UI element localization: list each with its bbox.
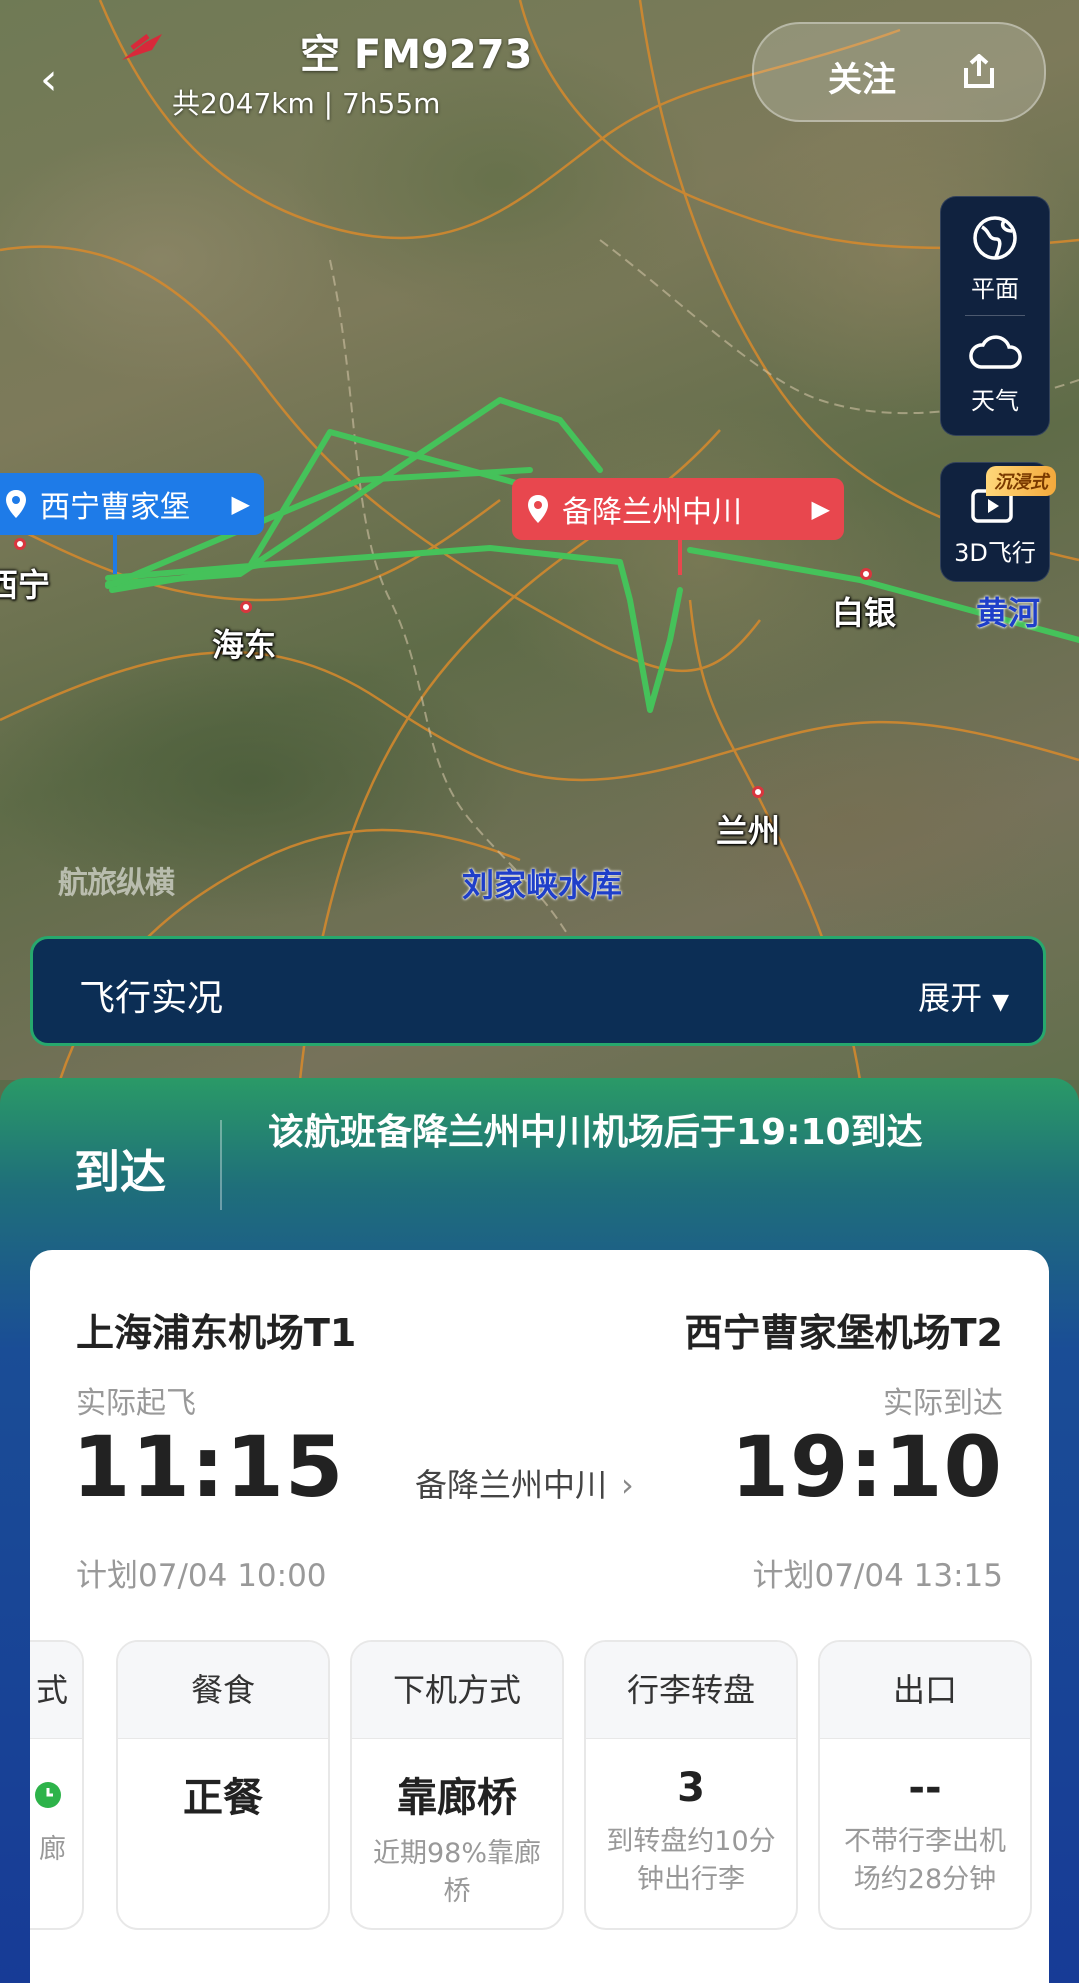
info-tile-exit[interactable]: 出口 -- 不带行李出机场约28分钟: [818, 1640, 1032, 1930]
fly-3d-label: 3D飞行: [954, 539, 1036, 567]
info-tile-sub: 不带行李出机场约28分钟: [844, 1826, 1006, 1895]
info-tile-value: 靠廊桥: [397, 1775, 517, 1821]
diversion-link[interactable]: 备降兰州中川 ›: [415, 1460, 634, 1506]
city-label-haidong: 海东: [212, 626, 277, 664]
info-tile-value: --: [908, 1765, 942, 1811]
xining-dot: [14, 538, 26, 550]
river-label-huanghe: 黄河: [976, 594, 1041, 632]
origin-pin-label: 西宁曹家堡: [40, 490, 190, 525]
city-label-xining: 西宁: [0, 566, 51, 604]
info-tile-sub: 到转盘约10分钟出行李: [606, 1826, 776, 1895]
chevron-right-icon: ▶: [811, 495, 830, 523]
diversion-label: 备降兰州中川: [415, 1466, 608, 1504]
expand-button[interactable]: 展开 ▼: [918, 973, 1009, 1019]
live-bar-title: 飞行实况: [79, 978, 224, 1019]
departure-time-label: 实际起飞: [76, 1386, 196, 1421]
info-tile-head: 下机方式: [352, 1642, 562, 1739]
haidong-dot: [240, 601, 252, 613]
city-label-baiyin: 白银: [832, 594, 897, 632]
tool-divider: [965, 315, 1025, 316]
road-network: [0, 0, 1079, 1080]
flight-status-label: 到达: [74, 1145, 166, 1199]
info-tile-baggage[interactable]: 行李转盘 3 到转盘约10分钟出行李: [584, 1640, 798, 1930]
clock-icon: [30, 1773, 82, 1819]
arrival-time: 19:10: [730, 1418, 1003, 1516]
map-tool-panel: 平面 天气: [940, 196, 1050, 436]
info-tile-head: 行李转盘: [586, 1642, 796, 1739]
baiyin-dot: [860, 568, 872, 580]
divert-airport-pin[interactable]: 备降兰州中川 ▶: [512, 478, 844, 540]
arrival-airport[interactable]: 西宁曹家堡机场T2: [685, 1302, 1003, 1357]
info-tile-meal[interactable]: 餐食 正餐: [116, 1640, 330, 1930]
map-mode-flat[interactable]: 平面: [941, 213, 1049, 304]
arrival-time-label: 实际到达: [883, 1386, 1003, 1421]
divert-pin-label: 备降兰州中川: [562, 495, 742, 530]
city-label-lanzhou: 兰州: [716, 812, 781, 850]
location-pin-icon: [6, 490, 26, 518]
info-tile-disembark[interactable]: 下机方式 靠廊桥 近期98%靠廊桥: [350, 1640, 564, 1930]
status-divider: [220, 1120, 222, 1210]
flight-status-text: 该航班备降兰州中川机场后于19:10到达: [268, 1112, 923, 1153]
chevron-right-icon: ▶: [231, 490, 250, 518]
info-tile-sub: 廊: [39, 1834, 66, 1865]
info-tile-value: 正餐: [183, 1775, 263, 1821]
departure-time: 11:15: [72, 1418, 345, 1516]
flight-map[interactable]: 西宁 海东 白银 兰州 黄河 刘家峡水库 航旅纵横 ‹ 空 FM9273 共20…: [0, 0, 1079, 1080]
flight-title: 空 FM9273: [300, 32, 533, 78]
follow-label[interactable]: 关注: [828, 52, 896, 101]
info-tile-head: 式: [30, 1642, 82, 1739]
flight-live-bar[interactable]: 飞行实况 展开 ▼: [30, 936, 1046, 1046]
follow-button[interactable]: [752, 22, 1046, 122]
info-tiles-row[interactable]: 式 廊 餐食 正餐 下机方式 靠廊桥 近期98%靠廊桥 行李转盘 3 到转盘约1…: [30, 1640, 1049, 1940]
map-mode-flat-label: 平面: [971, 275, 1019, 303]
origin-airport-pin[interactable]: 西宁曹家堡 ▶: [0, 473, 264, 535]
caret-down-icon: ▼: [992, 990, 1009, 1015]
chevron-right-icon: ›: [621, 1466, 634, 1504]
flight-detail-sheet: 到达 该航班备降兰州中川机场后于19:10到达 上海浦东机场T1 西宁曹家堡机场…: [0, 1078, 1079, 1983]
expand-label: 展开: [918, 979, 983, 1017]
lanzhou-dot: [752, 786, 764, 798]
info-tile-sub: 近期98%靠廊桥: [372, 1838, 541, 1907]
cloud-icon: [969, 335, 1022, 369]
weather-button[interactable]: 天气: [941, 329, 1049, 416]
info-tile-partial[interactable]: 式 廊: [30, 1640, 84, 1930]
back-icon[interactable]: ‹: [40, 58, 70, 102]
flight-info-card: 上海浦东机场T1 西宁曹家堡机场T2 实际起飞 实际到达 11:15 19:10…: [30, 1250, 1049, 1983]
info-tile-value: 3: [677, 1765, 705, 1811]
departure-airport[interactable]: 上海浦东机场T1: [76, 1302, 356, 1357]
globe-icon: [973, 216, 1017, 260]
departure-planned: 计划07/04 10:00: [76, 1558, 327, 1594]
info-tile-head: 出口: [820, 1642, 1030, 1739]
weather-label: 天气: [971, 387, 1019, 415]
location-pin-icon: [528, 495, 548, 523]
info-tile-head: 餐食: [118, 1642, 328, 1739]
watermark: 航旅纵横: [58, 866, 175, 901]
arrival-planned: 计划07/04 13:15: [752, 1558, 1003, 1594]
reservoir-label: 刘家峡水库: [462, 866, 623, 904]
flight-distance-duration: 共2047km | 7h55m: [172, 87, 441, 120]
immersive-badge: 沉浸式: [986, 466, 1056, 496]
share-icon[interactable]: [962, 54, 996, 90]
map-overlay: [0, 0, 1079, 1080]
airline-logo: [122, 34, 162, 60]
